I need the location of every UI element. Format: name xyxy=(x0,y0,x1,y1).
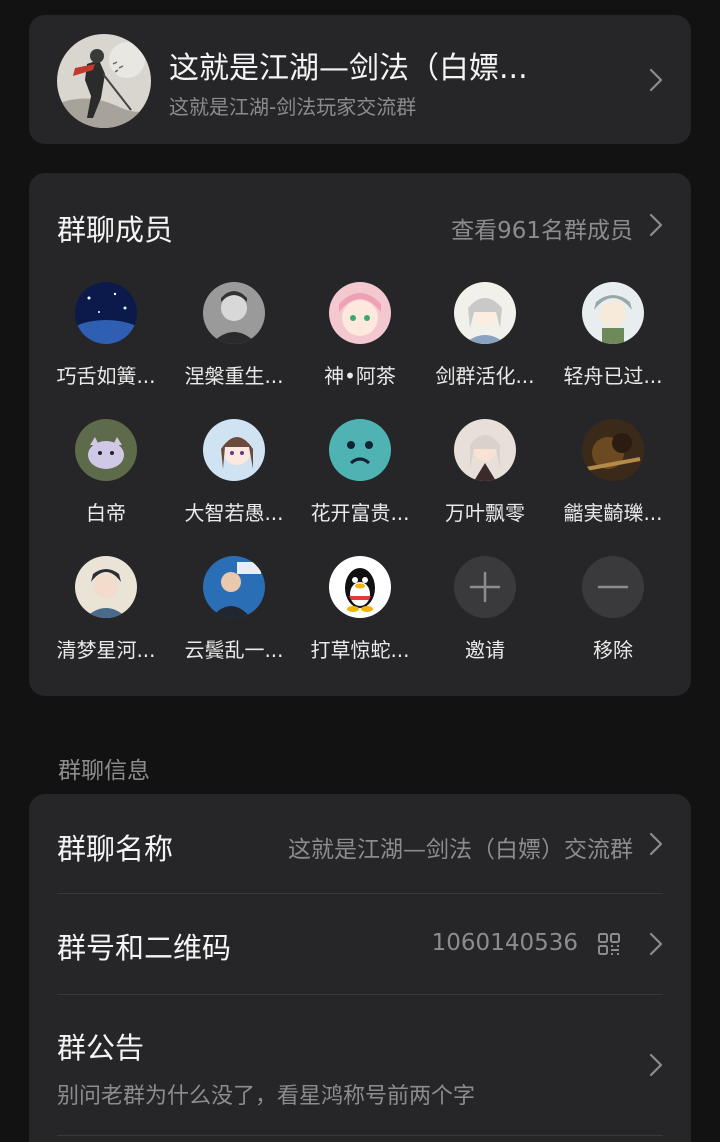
member-item[interactable]: 万叶飘零 xyxy=(425,419,545,526)
chevron-right-icon xyxy=(649,832,663,856)
member-name: 白帝 xyxy=(86,501,126,525)
group-header-card[interactable]: 这就是江湖—剑法（白嫖... 这就是江湖-剑法玩家交流群 xyxy=(29,15,691,144)
members-title: 群聊成员 xyxy=(57,213,174,247)
member-name: 云鬓乱一... xyxy=(184,638,284,662)
row-title: 群号和二维码 xyxy=(57,931,232,965)
member-item[interactable]: 巧舌如簧... xyxy=(46,282,166,389)
member-name: 涅槃重生... xyxy=(184,364,284,388)
group-name-value: 这就是江湖—剑法（白嫖）交流群 xyxy=(288,837,633,863)
group-id-value: 1060140536 xyxy=(431,930,578,956)
member-item[interactable]: 清梦星河... xyxy=(46,556,166,663)
starry-sky-avatar xyxy=(75,282,137,344)
invite-label: 邀请 xyxy=(465,638,505,662)
row-title: 群公告 xyxy=(57,1031,145,1065)
member-item[interactable]: 龤実齮瓅... xyxy=(553,419,673,526)
member-item[interactable]: 涅槃重生... xyxy=(174,282,294,389)
group-id-qrcode-row[interactable]: 群号和二维码 1060140536 xyxy=(29,894,691,994)
anime-character-avatar xyxy=(454,419,516,481)
member-item[interactable]: 云鬓乱一... xyxy=(174,556,294,663)
anime-girl-avatar xyxy=(329,282,391,344)
chevron-right-icon xyxy=(649,932,663,956)
remove-member-button[interactable]: 移除 xyxy=(553,556,673,663)
portrait-avatar xyxy=(203,282,265,344)
member-item[interactable]: 打草惊蛇... xyxy=(300,556,420,663)
plus-icon xyxy=(454,556,516,618)
member-name: 龤実齮瓅... xyxy=(563,501,663,525)
member-item[interactable]: 花开富贵... xyxy=(300,419,420,526)
member-item[interactable]: 轻舟已过... xyxy=(553,282,673,389)
group-notice-row[interactable]: 群公告 别问老群为什么没了，看星鸿称号前两个字 xyxy=(29,995,691,1135)
qr-code-icon xyxy=(597,932,621,956)
member-name: 神•阿茶 xyxy=(324,364,396,388)
chevron-right-icon xyxy=(649,68,663,92)
ancient-warrior-avatar xyxy=(75,556,137,618)
row-title: 群聊名称 xyxy=(57,832,174,866)
group-avatar xyxy=(57,34,151,128)
section-label-group-info: 群聊信息 xyxy=(58,758,150,784)
divider xyxy=(57,1135,663,1136)
member-item[interactable]: 剑群活化... xyxy=(425,282,545,389)
dark-photo-avatar xyxy=(582,419,644,481)
view-all-members-link[interactable]: 查看961名群成员 xyxy=(451,211,633,245)
member-name: 万叶飘零 xyxy=(445,501,525,525)
member-item[interactable]: 大智若愚... xyxy=(174,419,294,526)
group-name-row[interactable]: 群聊名称 这就是江湖—剑法（白嫖）交流群 xyxy=(29,794,691,893)
anime-swordsman-avatar xyxy=(454,282,516,344)
group-notice-text: 别问老群为什么没了，看星鸿称号前两个字 xyxy=(57,1084,476,1109)
person-suit-avatar xyxy=(203,556,265,618)
member-item[interactable]: 神•阿茶 xyxy=(300,282,420,389)
invite-member-button[interactable]: 邀请 xyxy=(425,556,545,663)
member-item[interactable]: 白帝 xyxy=(46,419,166,526)
teal-blob-avatar xyxy=(329,419,391,481)
member-name: 清梦星河... xyxy=(56,638,156,662)
member-name: 花开富贵... xyxy=(310,501,410,525)
member-name: 巧舌如簧... xyxy=(56,364,156,388)
group-title: 这就是江湖—剑法（白嫖... xyxy=(169,51,528,86)
anime-character-avatar xyxy=(582,282,644,344)
qq-penguin-avatar xyxy=(329,556,391,618)
member-name: 打草惊蛇... xyxy=(310,638,410,662)
group-info-card: 群聊名称 这就是江湖—剑法（白嫖）交流群 群号和二维码 1060140536 群… xyxy=(29,794,691,1142)
group-subtitle: 这就是江湖-剑法玩家交流群 xyxy=(169,95,417,119)
anime-girl-avatar xyxy=(203,419,265,481)
member-name: 轻舟已过... xyxy=(563,364,663,388)
remove-label: 移除 xyxy=(593,638,633,662)
white-cat-avatar xyxy=(75,419,137,481)
members-card: 群聊成员 查看961名群成员 巧舌如簧... 涅槃重生... 神•阿茶 剑群活化… xyxy=(29,173,691,696)
chevron-right-icon[interactable] xyxy=(649,213,663,237)
chevron-right-icon xyxy=(649,1053,663,1077)
member-name: 剑群活化... xyxy=(435,364,535,388)
member-name: 大智若愚... xyxy=(184,501,284,525)
minus-icon xyxy=(582,556,644,618)
